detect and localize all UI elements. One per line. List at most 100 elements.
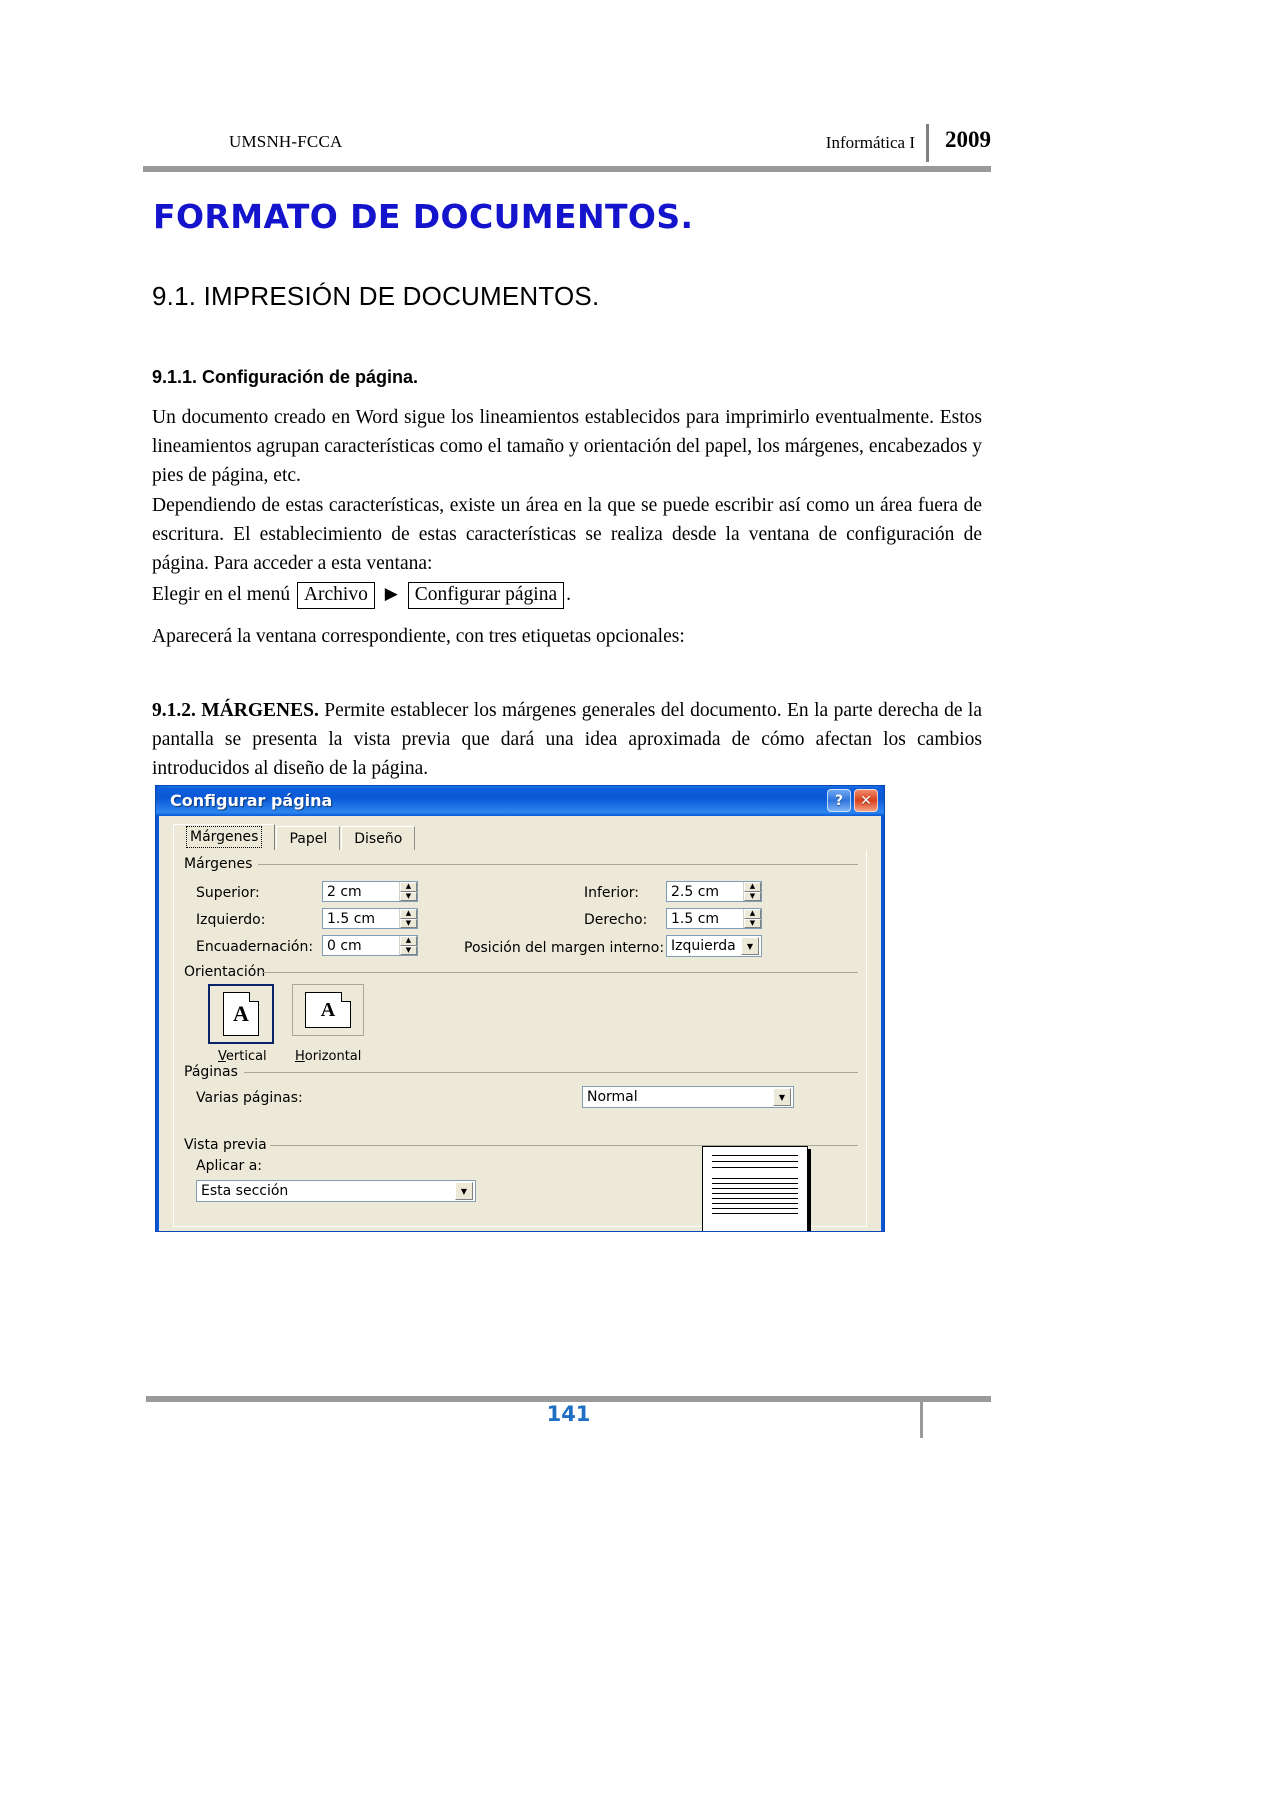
encuadernacion-spin-up[interactable]: ▲ — [400, 936, 417, 946]
group-rule-margenes — [258, 864, 858, 865]
derecho-input[interactable] — [667, 909, 743, 928]
encuadernacion-input[interactable] — [323, 936, 399, 955]
portrait-page-glyph: A — [233, 1001, 249, 1026]
paragraph-3: Aparecerá la ventana correspondiente, co… — [152, 626, 685, 647]
page-fold-icon-2 — [341, 992, 351, 1002]
footer-page-number: 141 — [546, 1402, 591, 1426]
aplicar-a-value: Esta sección — [201, 1183, 289, 1199]
varias-paginas-combo[interactable]: Normal ▼ — [582, 1086, 794, 1108]
orientation-horizontal-label: Horizontal — [295, 1049, 362, 1064]
posicion-margen-interno-value: Izquierda — [671, 938, 736, 954]
header-institution: UMSNH-FCCA — [229, 132, 343, 151]
superior-spin-up[interactable]: ▲ — [400, 882, 417, 892]
derecho-spin-down[interactable]: ▼ — [744, 918, 761, 928]
margenes-tab-panel: Márgenes Superior: ▲ ▼ Inferior: ▲ ▼ — [173, 850, 867, 1231]
varias-paginas-value: Normal — [587, 1089, 638, 1105]
paragraph-4: 9.1.2. MÁRGENES. Permite establecer los … — [152, 696, 982, 783]
tab-papel[interactable]: Papel — [276, 826, 341, 850]
header-course: Informática I — [825, 133, 915, 152]
dialog-title: Configurar página — [170, 791, 333, 810]
page-fold-icon — [249, 992, 259, 1002]
subsection-heading-9-1-1: 9.1.1. Configuración de página. — [152, 367, 419, 387]
group-label-orientacion: Orientación — [184, 964, 272, 980]
dialog-title-bar[interactable]: Configurar página ? ✕ — [156, 786, 884, 816]
header-year: 2009 — [945, 127, 991, 152]
izquierdo-spin-down[interactable]: ▼ — [400, 918, 417, 928]
help-button[interactable]: ? — [827, 789, 851, 812]
label-inferior: Inferior: — [584, 885, 639, 901]
derecho-spin-up[interactable]: ▲ — [744, 909, 761, 919]
izquierdo-input[interactable] — [323, 909, 399, 928]
footer-divider — [920, 1398, 923, 1438]
menu-path-line: Elegir en el menú Archivo ▶ Configurar p… — [152, 580, 982, 609]
superior-input[interactable] — [323, 882, 399, 901]
close-icon: ✕ — [860, 792, 872, 809]
tab-diseno-label: Diseño — [354, 831, 403, 847]
document-page: UMSNH-FCCA Informática I 2009 FORMATO DE… — [0, 0, 1280, 1811]
menu-item-archivo[interactable]: Archivo — [296, 582, 375, 609]
orientation-horizontal-option[interactable]: A — [292, 984, 364, 1036]
encuadernacion-spin-down[interactable]: ▼ — [400, 945, 417, 955]
paragraph-1: Un documento creado en Word sigue los li… — [152, 407, 982, 486]
close-button[interactable]: ✕ — [854, 789, 878, 812]
orientation-vertical-option[interactable]: A — [208, 984, 274, 1044]
tab-margenes[interactable]: Márgenes — [173, 824, 276, 850]
inferior-spinner[interactable]: ▲ ▼ — [666, 881, 762, 902]
tab-papel-label: Papel — [289, 831, 328, 847]
group-rule-paginas — [244, 1072, 858, 1073]
group-rule-orientacion — [262, 972, 858, 973]
portrait-page-icon: A — [223, 992, 259, 1036]
inferior-spin-up[interactable]: ▲ — [744, 882, 761, 892]
inferior-input[interactable] — [667, 882, 743, 901]
configurar-pagina-dialog: Configurar página ? ✕ Márgenes Papel Dis… — [155, 785, 885, 1232]
chevron-down-icon[interactable]: ▼ — [741, 937, 759, 955]
landscape-page-glyph: A — [320, 998, 336, 1021]
label-superior: Superior: — [196, 885, 260, 901]
menu-item-configurar-pagina[interactable]: Configurar página — [407, 582, 565, 609]
posicion-margen-interno-combo[interactable]: Izquierda ▼ — [666, 935, 762, 957]
izquierdo-spin-up[interactable]: ▲ — [400, 909, 417, 919]
derecho-spinner[interactable]: ▲ ▼ — [666, 908, 762, 929]
header-divider — [926, 124, 929, 162]
label-varias-paginas: Varias páginas: — [196, 1090, 303, 1106]
encuadernacion-spinner[interactable]: ▲ ▼ — [322, 935, 418, 956]
label-encuadernacion: Encuadernación: — [196, 939, 314, 955]
page-title: FORMATO DE DOCUMENTOS. — [153, 197, 694, 236]
label-izquierdo: Izquierdo: — [196, 912, 266, 928]
chevron-down-icon-3[interactable]: ▼ — [455, 1182, 473, 1200]
menu-path-period: . — [566, 584, 571, 605]
landscape-page-icon: A — [305, 992, 351, 1028]
menu-path-lead: Elegir en el menú — [152, 584, 291, 605]
encuadernacion-spin-buttons[interactable]: ▲ ▼ — [399, 936, 417, 955]
inferior-spin-buttons[interactable]: ▲ ▼ — [743, 882, 761, 901]
group-label-margenes: Márgenes — [184, 856, 259, 872]
page-preview — [702, 1146, 808, 1231]
group-label-paginas: Páginas — [184, 1064, 244, 1080]
izquierdo-spinner[interactable]: ▲ ▼ — [322, 908, 418, 929]
paragraph-4-lead: 9.1.2. MÁRGENES. — [152, 700, 319, 721]
label-posicion-margen-interno: Posición del margen interno: — [464, 940, 665, 956]
question-mark-icon: ? — [834, 792, 844, 809]
tab-margenes-label: Márgenes — [186, 826, 263, 848]
menu-arrow-icon: ▶ — [384, 584, 398, 603]
dialog-tabstrip: Márgenes Papel Diseño — [173, 824, 416, 850]
paragraph-2: Dependiendo de estas características, ex… — [152, 495, 982, 574]
header-rule — [143, 166, 991, 172]
section-heading-9-1: 9.1. IMPRESIÓN DE DOCUMENTOS. — [152, 281, 600, 311]
superior-spin-down[interactable]: ▼ — [400, 891, 417, 901]
label-aplicar-a: Aplicar a: — [196, 1158, 263, 1174]
superior-spin-buttons[interactable]: ▲ ▼ — [399, 882, 417, 901]
superior-spinner[interactable]: ▲ ▼ — [322, 881, 418, 902]
page-header: UMSNH-FCCA Informática I 2009 — [143, 124, 991, 174]
orientation-vertical-label: Vertical — [218, 1049, 267, 1064]
dialog-body: Márgenes Papel Diseño Márgenes Superior: — [159, 816, 881, 1231]
group-label-vista-previa: Vista previa — [184, 1137, 273, 1153]
dialog-window-controls: ? ✕ — [827, 789, 878, 812]
izquierdo-spin-buttons[interactable]: ▲ ▼ — [399, 909, 417, 928]
derecho-spin-buttons[interactable]: ▲ ▼ — [743, 909, 761, 928]
aplicar-a-combo[interactable]: Esta sección ▼ — [196, 1180, 476, 1202]
label-derecho: Derecho: — [584, 912, 648, 928]
chevron-down-icon-2[interactable]: ▼ — [773, 1088, 791, 1106]
inferior-spin-down[interactable]: ▼ — [744, 891, 761, 901]
tab-diseno[interactable]: Diseño — [341, 826, 416, 850]
